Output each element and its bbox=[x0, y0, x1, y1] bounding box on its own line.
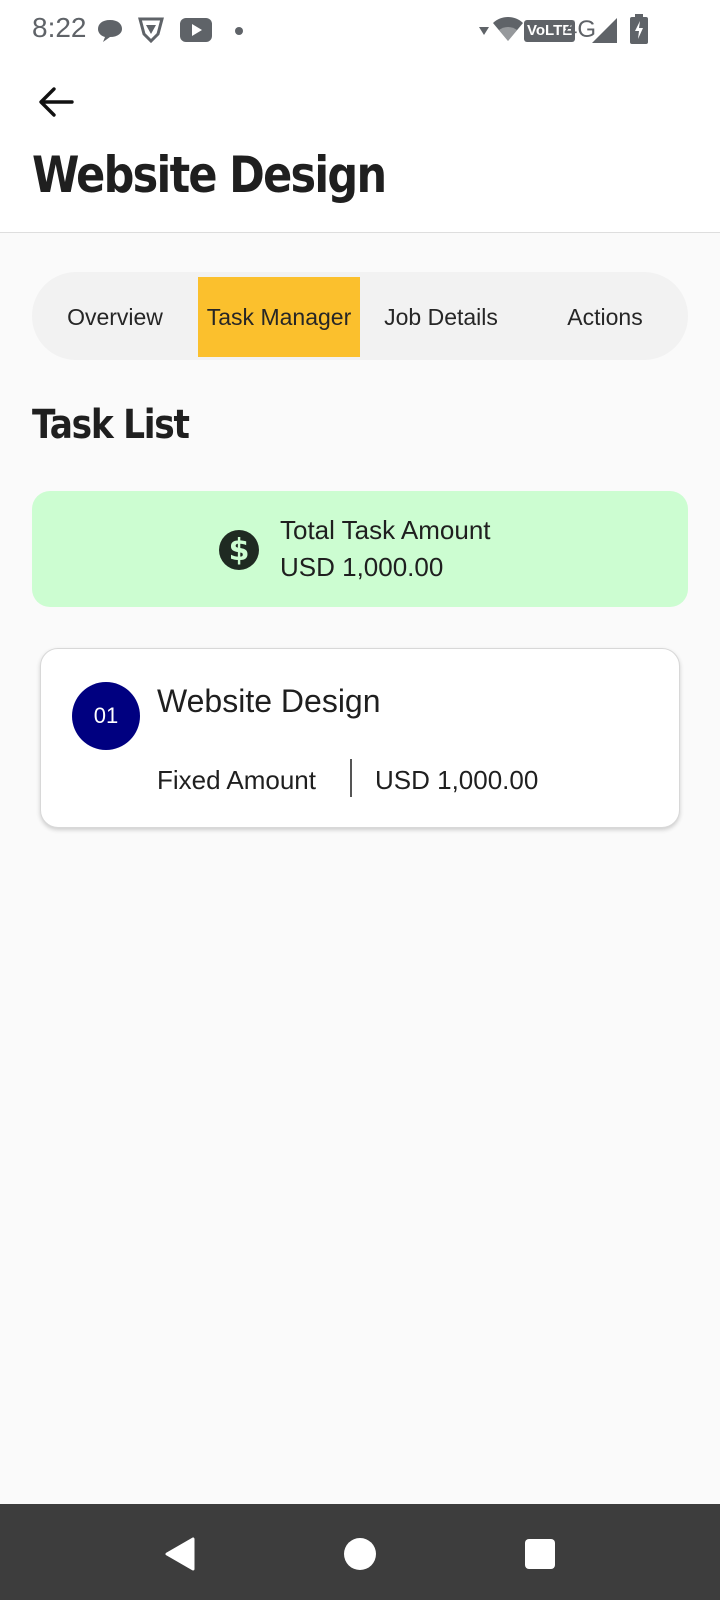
tab-task-manager[interactable]: Task Manager bbox=[198, 277, 360, 357]
dollar-circle-icon: $ bbox=[219, 530, 259, 570]
task-title: Website Design bbox=[157, 683, 381, 719]
task-type: Fixed Amount bbox=[157, 765, 316, 795]
system-nav-bar bbox=[0, 1504, 720, 1600]
tab-actions[interactable]: Actions bbox=[522, 277, 688, 357]
app-header: Website Design bbox=[0, 60, 720, 233]
status-time: 8:22 bbox=[32, 12, 87, 43]
home-circle-icon bbox=[344, 1538, 376, 1570]
task-card[interactable]: 01 Website Design Fixed Amount USD 1,000… bbox=[40, 648, 680, 828]
signal-icon bbox=[592, 18, 617, 43]
screen: 8:22 VoLTE 4G Website Design Overview Ta… bbox=[0, 0, 720, 1600]
total-amount-card: $ Total Task Amount USD 1,000.00 bbox=[32, 491, 688, 607]
nav-home-button[interactable] bbox=[340, 1534, 380, 1574]
battery-icon bbox=[630, 14, 648, 44]
wifi-arrow-icon bbox=[479, 27, 489, 35]
chat-bubble-icon bbox=[98, 20, 122, 42]
wifi-icon bbox=[493, 17, 523, 41]
page-title: Website Design bbox=[32, 146, 387, 204]
dot-icon bbox=[235, 27, 243, 35]
nav-back-button[interactable] bbox=[160, 1534, 200, 1574]
tab-job-details[interactable]: Job Details bbox=[360, 277, 522, 357]
task-amount: USD 1,000.00 bbox=[375, 765, 539, 795]
section-title: Task List bbox=[32, 402, 190, 448]
arrow-left-icon bbox=[39, 87, 74, 117]
total-amount-value: USD 1,000.00 bbox=[280, 552, 444, 582]
status-bar: 8:22 VoLTE 4G bbox=[0, 0, 720, 60]
youtube-icon bbox=[180, 18, 212, 42]
back-button[interactable] bbox=[32, 78, 80, 126]
shield-icon bbox=[138, 17, 164, 44]
total-amount-label: Total Task Amount bbox=[280, 515, 491, 545]
svg-text:$: $ bbox=[229, 533, 250, 568]
tab-bar: Overview Task Manager Job Details Action… bbox=[32, 272, 688, 360]
nav-recents-button[interactable] bbox=[520, 1534, 560, 1574]
task-divider bbox=[350, 759, 352, 797]
task-number-badge: 01 bbox=[72, 682, 140, 750]
tab-overview[interactable]: Overview bbox=[32, 277, 198, 357]
back-triangle-icon bbox=[165, 1537, 195, 1571]
recents-square-icon bbox=[525, 1539, 555, 1569]
